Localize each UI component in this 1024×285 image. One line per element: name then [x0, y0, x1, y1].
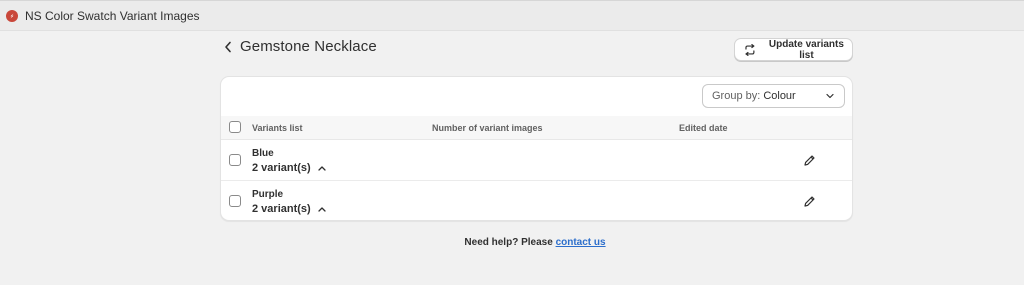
variant-count: 2 variant(s) — [252, 203, 311, 215]
group-by-value: Colour — [763, 90, 796, 102]
edit-button[interactable] — [801, 152, 817, 168]
back-button[interactable] — [220, 38, 236, 56]
pencil-icon — [803, 154, 815, 166]
edit-button[interactable] — [801, 193, 817, 209]
app-title: NS Color Swatch Variant Images — [25, 8, 200, 23]
variants-card: Group by: Colour Variants list Number of… — [220, 76, 853, 221]
chevron-up-icon — [318, 207, 326, 212]
update-variants-label: Update variants list — [768, 38, 844, 61]
chevron-left-icon — [225, 41, 231, 53]
pencil-icon — [803, 195, 815, 207]
refresh-icon — [745, 43, 755, 56]
help-footer: Need help? Please contact us — [0, 237, 1024, 248]
select-all-checkbox[interactable] — [229, 121, 241, 133]
table-row: Blue 2 variant(s) — [221, 140, 852, 181]
table-header: Variants list Number of variant images E… — [221, 116, 852, 140]
row-checkbox[interactable] — [229, 195, 241, 207]
page-title: Gemstone Necklace — [240, 38, 377, 55]
group-by-select[interactable]: Group by: Colour — [702, 84, 845, 108]
variant-group-name: Purple — [252, 189, 284, 200]
chevron-up-icon — [318, 166, 326, 171]
variant-group-name: Blue — [252, 148, 274, 159]
update-variants-button[interactable]: Update variants list — [734, 38, 853, 61]
app-title-bar: NS Color Swatch Variant Images — [0, 0, 1024, 31]
help-text: Need help? Please — [464, 237, 556, 248]
chevron-down-icon — [826, 93, 834, 99]
variant-count-toggle[interactable]: 2 variant(s) — [252, 162, 326, 174]
row-checkbox[interactable] — [229, 154, 241, 166]
contact-us-link[interactable]: contact us — [556, 237, 606, 248]
variant-count-toggle[interactable]: 2 variant(s) — [252, 203, 326, 215]
group-by-label: Group by: — [712, 90, 761, 102]
column-header-edited-date: Edited date — [679, 123, 728, 133]
page-header: Gemstone Necklace Update variants list — [220, 36, 853, 66]
column-header-image-count: Number of variant images — [432, 123, 543, 133]
column-header-variants: Variants list — [252, 123, 303, 133]
table-row: Purple 2 variant(s) — [221, 181, 852, 220]
app-logo-icon — [6, 9, 18, 22]
variant-count: 2 variant(s) — [252, 162, 311, 174]
